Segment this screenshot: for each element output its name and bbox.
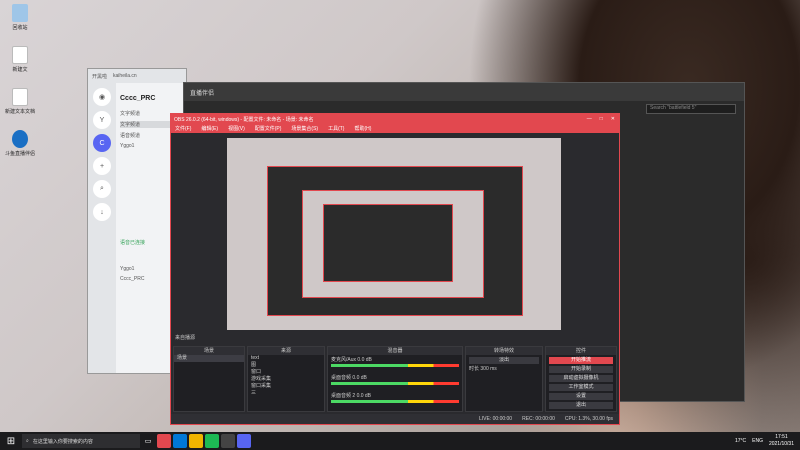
text-file-icon xyxy=(12,88,28,106)
settings-button[interactable]: 设置 xyxy=(549,393,613,400)
menu-edit[interactable]: 编辑(E) xyxy=(201,125,218,132)
duration-field[interactable]: 时长 300 ms xyxy=(466,366,542,373)
obs-menubar: 文件(F) 编辑(E) 视图(V) 配置文件(P) 场景集合(S) 工具(T) … xyxy=(171,124,619,133)
virtual-camera-button[interactable]: 启动虚拟摄像机 xyxy=(549,375,613,382)
desktop-icon-new-text[interactable]: 新建文本文档 xyxy=(2,88,38,115)
transitions-dock: 转场特效 淡出 时长 300 ms xyxy=(465,346,543,412)
add-server-icon[interactable]: + xyxy=(93,157,111,175)
close-icon[interactable]: ✕ xyxy=(611,116,615,122)
source-item[interactable]: 窗口采集 xyxy=(248,383,324,390)
scenes-dock: 场景 场景 xyxy=(173,346,245,412)
server-name: Cccc_PRC xyxy=(120,95,156,102)
taskbar-search[interactable]: ⌕ 在这里输入你要搜索的内容 xyxy=(22,434,140,448)
controls-dock: 控件 开始推流 开始录制 启动虚拟摄像机 工作室模式 设置 退出 xyxy=(545,346,617,412)
transition-select[interactable]: 淡出 xyxy=(469,357,539,364)
source-item[interactable]: 窗口 xyxy=(248,369,324,376)
source-item[interactable]: 图 xyxy=(248,362,324,369)
mixer-track: 桌面音频 2 0.0 dB xyxy=(328,391,462,409)
folder-icon[interactable] xyxy=(189,434,203,448)
obs-docks: 场景 场景 来源 text 图 窗口 游戏采集 窗口采集 三 混音器 麦克风/A… xyxy=(173,346,617,412)
start-streaming-button[interactable]: 开始推流 xyxy=(549,357,613,364)
app-icon[interactable] xyxy=(157,434,171,448)
sources-dock: 来源 text 图 窗口 游戏采集 窗口采集 三 xyxy=(247,346,325,412)
maximize-icon[interactable]: □ xyxy=(600,116,603,122)
language[interactable]: ENG xyxy=(752,438,763,444)
source-item[interactable]: 三 xyxy=(248,390,324,397)
source-item[interactable]: text xyxy=(248,355,324,362)
server-list: ◉ Y C + ⌕ ↓ xyxy=(88,83,116,373)
cpu-status: CPU: 1.3%, 30.00 fps xyxy=(564,416,613,422)
taskbar: ⊞ ⌕ 在这里输入你要搜索的内容 ▭ 17°C ENG 17:51 2021/1… xyxy=(0,432,800,450)
menu-tools[interactable]: 工具(T) xyxy=(328,125,344,132)
kaiheila-taskbar-icon[interactable] xyxy=(237,434,251,448)
menu-help[interactable]: 帮助(H) xyxy=(354,125,371,132)
scene-item[interactable]: 场景 xyxy=(174,355,244,362)
source-item[interactable]: 游戏采集 xyxy=(248,376,324,383)
studio-mode-button[interactable]: 工作室模式 xyxy=(549,384,613,391)
live-status: LIVE: 00:00:00 xyxy=(479,416,513,422)
menu-scene-collection[interactable]: 场景集合(S) xyxy=(291,125,318,132)
menu-view[interactable]: 视图(V) xyxy=(228,125,245,132)
volume-meter[interactable] xyxy=(331,364,459,367)
obs-taskbar-icon[interactable] xyxy=(221,434,235,448)
obs-window: OBS 26.0.2 (64-bit, windows) - 配置文件: 未命名… xyxy=(170,113,620,425)
recycle-bin-icon xyxy=(12,4,28,22)
search-input[interactable]: Search "battlefield 5" xyxy=(646,104,736,114)
wechat-icon[interactable] xyxy=(205,434,219,448)
desktop-icon-recycle-bin[interactable]: 回收站 xyxy=(2,4,38,31)
mixer-dock: 混音器 麦克风/Aux 0.0 dB 桌面音频 0.0 dB 桌面音频 2 0.… xyxy=(327,346,463,412)
obs-preview[interactable] xyxy=(227,138,561,330)
minimize-icon[interactable]: — xyxy=(587,116,592,122)
rec-status: REC: 00:00:00 xyxy=(522,416,555,422)
desktop-icon-new-file[interactable]: 新建文 xyxy=(2,46,38,73)
mixer-track: 麦克风/Aux 0.0 dB xyxy=(328,355,462,373)
volume-meter[interactable] xyxy=(331,400,459,403)
menu-profile[interactable]: 配置文件(P) xyxy=(255,125,282,132)
task-view-icon[interactable]: ▭ xyxy=(141,434,155,448)
edge-icon[interactable] xyxy=(173,434,187,448)
server-c[interactable]: C xyxy=(93,134,111,152)
obs-dock-label: 来自播源 xyxy=(175,335,196,341)
douyu-icon xyxy=(12,130,28,148)
mixer-track: 桌面音频 0.0 dB xyxy=(328,373,462,391)
preview-nested-3 xyxy=(323,204,453,282)
live-assistant-logo: 直播伴侣 xyxy=(190,90,215,97)
volume-meter[interactable] xyxy=(331,382,459,385)
search-icon[interactable]: ⌕ xyxy=(93,180,111,198)
kaiheila-titlebar: 开黑啦 kaiheila.cn xyxy=(88,69,186,83)
system-tray: 17°C ENG 17:51 2021/10/31 xyxy=(735,434,800,448)
desktop-icon-douyu[interactable]: 斗鱼直播伴侣 xyxy=(2,130,38,157)
menu-file[interactable]: 文件(F) xyxy=(175,125,191,132)
search-icon: ⌕ xyxy=(26,438,29,444)
clock[interactable]: 17:51 2021/10/31 xyxy=(769,434,794,448)
download-icon[interactable]: ↓ xyxy=(93,203,111,221)
start-recording-button[interactable]: 开始录制 xyxy=(549,366,613,373)
windows-start-icon[interactable]: ⊞ xyxy=(0,436,22,447)
obs-titlebar: OBS 26.0.2 (64-bit, windows) - 配置文件: 未命名… xyxy=(171,114,619,124)
weather[interactable]: 17°C xyxy=(735,438,746,444)
home-server-icon[interactable]: ◉ xyxy=(93,88,111,106)
live-assistant-titlebar: 直播伴侣 xyxy=(184,83,744,101)
obs-statusbar: LIVE: 00:00:00 REC: 00:00:00 CPU: 1.3%, … xyxy=(171,414,619,424)
server-y[interactable]: Y xyxy=(93,111,111,129)
exit-button[interactable]: 退出 xyxy=(549,402,613,409)
file-icon xyxy=(12,46,28,64)
